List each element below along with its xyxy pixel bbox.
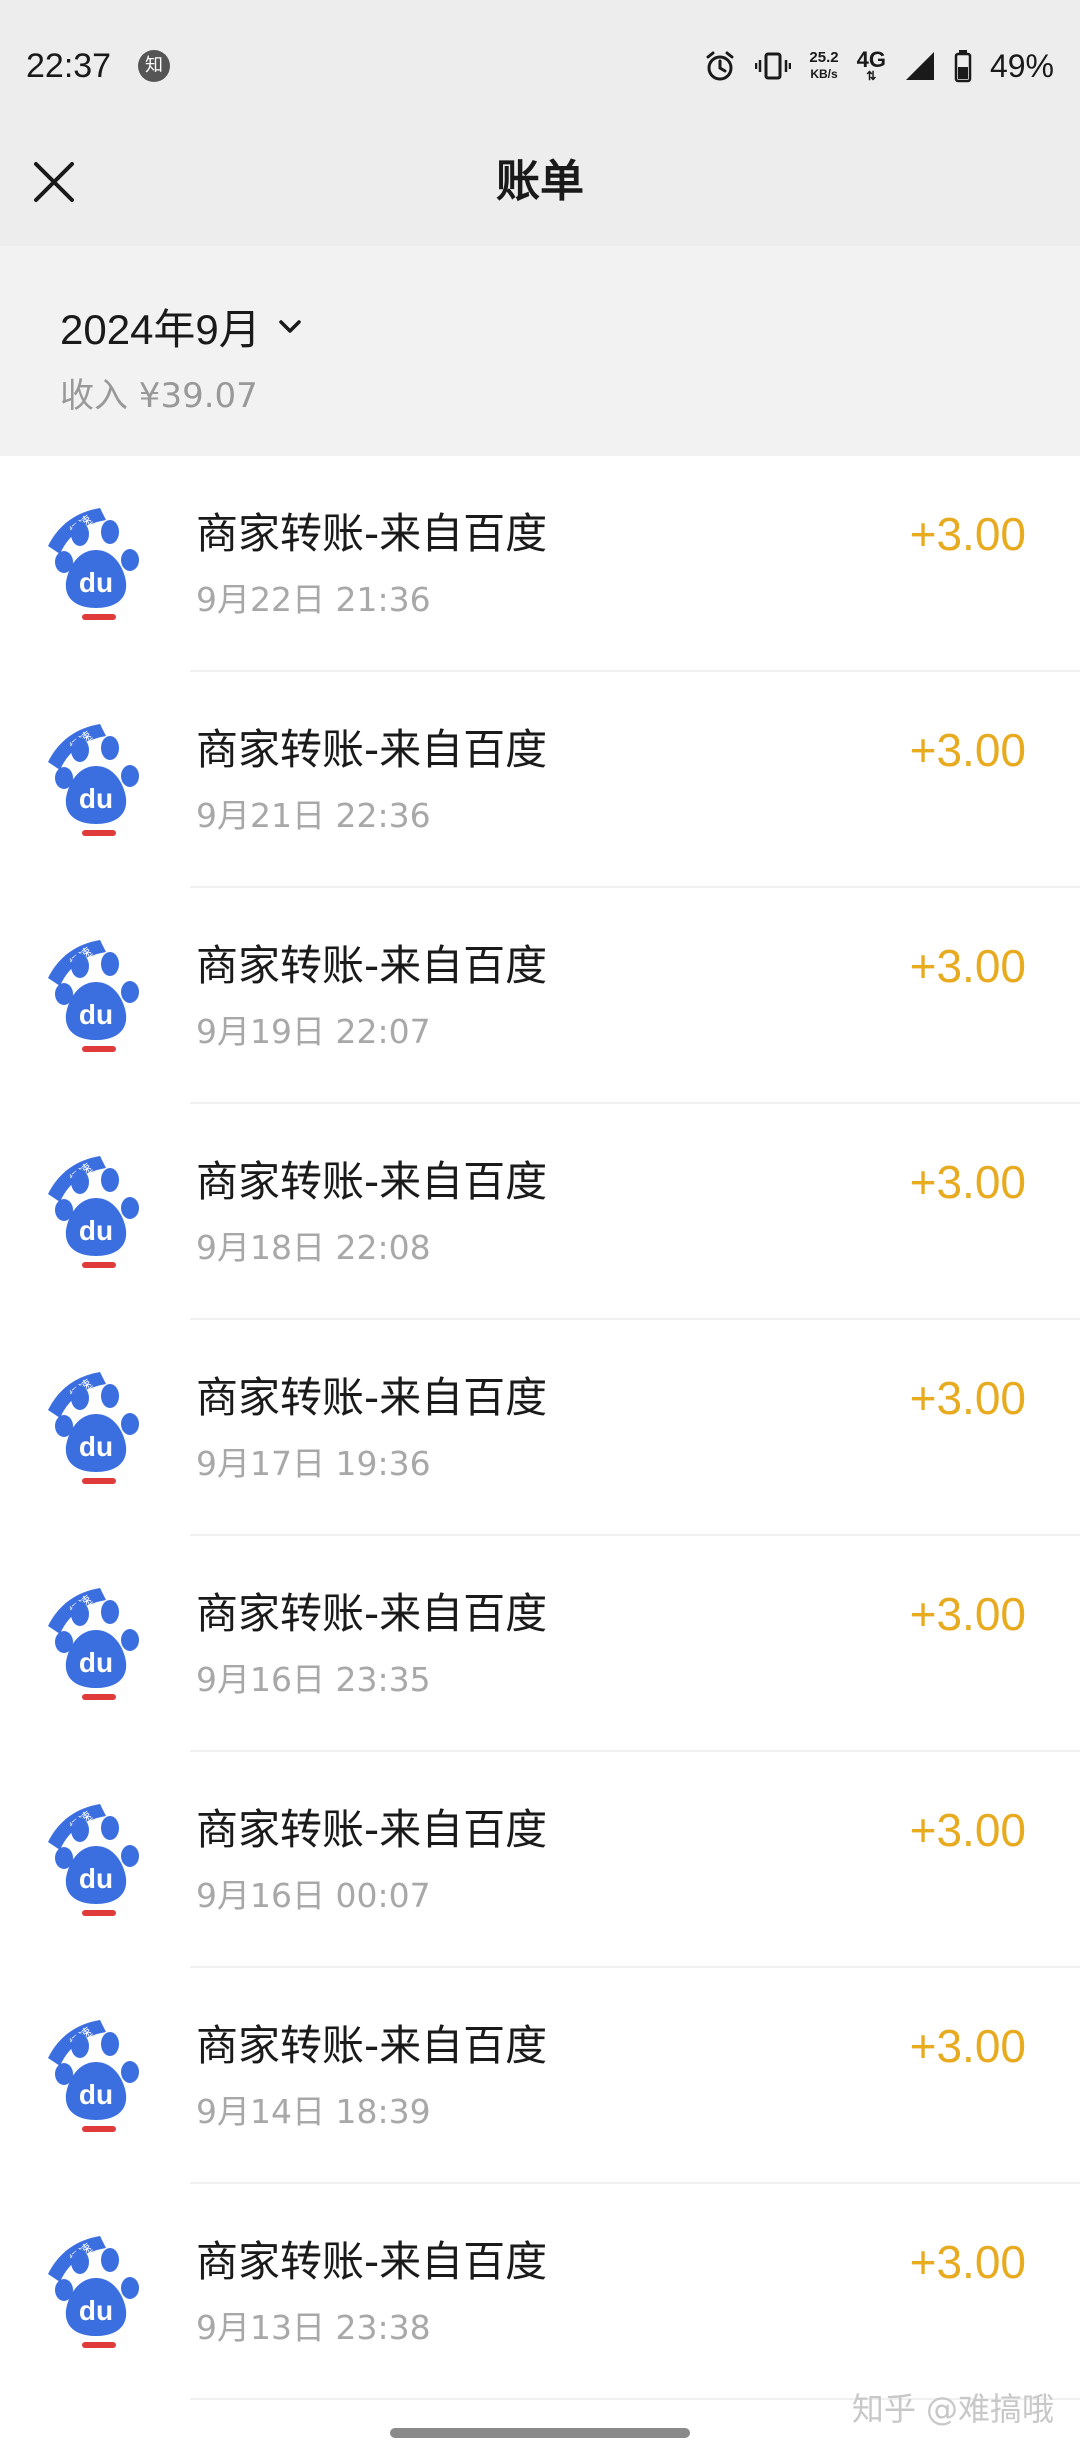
- baidu-paw-icon: 极速 du: [44, 1586, 148, 1706]
- net-speed-unit: KB/s: [810, 67, 838, 81]
- transaction-time: 9月16日 23:35: [196, 1660, 431, 1699]
- transaction-amount: +3.00: [909, 724, 1026, 776]
- transaction-row[interactable]: 极速 du 商家转账-来自百度 9月16日 00:07 +3.00: [0, 1752, 1080, 1968]
- nav-bar: 账单: [0, 132, 1080, 246]
- watermark: 知乎 @难搞哦: [851, 2390, 1054, 2428]
- transaction-title: 商家转账-来自百度: [196, 1373, 548, 1422]
- transaction-time: 9月22日 21:36: [196, 580, 431, 619]
- income-total: 收入 ¥39.07: [60, 376, 258, 416]
- battery-icon: [954, 49, 972, 83]
- network-label: 4G: [856, 47, 886, 72]
- network-type: 4G ⇅: [856, 47, 886, 83]
- battery-percent: 49%: [989, 47, 1054, 84]
- month-summary: 2024年9月 收入 ¥39.07: [0, 246, 1080, 456]
- zhihu-notification-icon: 知: [138, 50, 170, 82]
- baidu-paw-icon: 极速 du: [44, 2234, 148, 2354]
- transaction-time: 9月14日 18:39: [196, 2092, 431, 2131]
- page-title: 账单: [496, 156, 584, 207]
- baidu-du-text: du: [79, 1863, 113, 1894]
- transaction-amount: +3.00: [909, 940, 1026, 992]
- net-speed: 25.2 KB/s: [809, 50, 838, 82]
- vibrate-icon: [755, 49, 792, 83]
- baidu-du-text: du: [79, 1215, 113, 1246]
- signal-icon: [904, 50, 936, 82]
- baidu-paw-icon: 极速 du: [44, 938, 148, 1058]
- transaction-row[interactable]: 极速 du 商家转账-来自百度 9月18日 22:08 +3.00: [0, 1104, 1080, 1320]
- baidu-du-text: du: [79, 567, 113, 598]
- transaction-amount: +3.00: [909, 508, 1026, 560]
- transaction-row[interactable]: 极速 du 商家转账-来自百度 9月17日 19:36 +3.00: [0, 1320, 1080, 1536]
- transaction-row[interactable]: 极速 du 商家转账-来自百度 9月14日 18:39 +3.00: [0, 1968, 1080, 2184]
- transaction-title: 商家转账-来自百度: [196, 2021, 548, 2070]
- status-time: 22:37: [26, 47, 112, 85]
- baidu-paw-icon: 极速 du: [44, 506, 148, 626]
- baidu-paw-icon: 极速 du: [44, 1802, 148, 1922]
- baidu-du-text: du: [79, 2079, 113, 2110]
- baidu-paw-icon: 极速 du: [44, 1154, 148, 1274]
- transaction-time: 9月21日 22:36: [196, 796, 431, 835]
- baidu-paw-icon: 极速 du: [44, 1370, 148, 1490]
- transaction-title: 商家转账-来自百度: [196, 1157, 548, 1206]
- transaction-time: 9月17日 19:36: [196, 1444, 431, 1483]
- alarm-icon: [703, 49, 737, 83]
- home-indicator[interactable]: [390, 2428, 690, 2438]
- transaction-title: 商家转账-来自百度: [196, 1805, 548, 1854]
- baidu-du-text: du: [79, 999, 113, 1030]
- month-label: 2024年9月: [60, 306, 261, 353]
- net-speed-value: 25.2: [809, 49, 839, 66]
- transaction-amount: +3.00: [909, 1588, 1026, 1640]
- transaction-row[interactable]: 极速 du 商家转账-来自百度 9月19日 22:07 +3.00: [0, 888, 1080, 1104]
- status-bar: 22:37 知 25.2 KB/s 4G ⇅ 49%: [0, 0, 1080, 132]
- baidu-paw-icon: 极速 du: [44, 2018, 148, 2138]
- chevron-down-icon: [279, 319, 301, 333]
- baidu-du-text: du: [79, 783, 113, 814]
- baidu-du-text: du: [79, 2295, 113, 2326]
- status-icons: 25.2 KB/s 4G ⇅ 49%: [703, 44, 1054, 88]
- transaction-title: 商家转账-来自百度: [196, 509, 548, 558]
- transaction-row[interactable]: 极速 du 商家转账-来自百度 9月16日 23:35 +3.00: [0, 1536, 1080, 1752]
- network-arrows: ⇅: [866, 69, 877, 83]
- transaction-row[interactable]: 极速 du 商家转账-来自百度 9月13日 23:38 +3.00: [0, 2184, 1080, 2400]
- transaction-time: 9月19日 22:07: [196, 1012, 431, 1051]
- transaction-title: 商家转账-来自百度: [196, 941, 548, 990]
- transaction-row[interactable]: 极速 du 商家转账-来自百度 9月22日 21:36 +3.00: [0, 456, 1080, 672]
- transaction-amount: +3.00: [909, 2236, 1026, 2288]
- transaction-time: 9月13日 23:38: [196, 2308, 431, 2347]
- baidu-du-text: du: [79, 1431, 113, 1462]
- transaction-amount: +3.00: [909, 1804, 1026, 1856]
- transaction-amount: +3.00: [909, 1156, 1026, 1208]
- transaction-title: 商家转账-来自百度: [196, 2237, 548, 2286]
- transaction-amount: +3.00: [909, 1372, 1026, 1424]
- month-picker[interactable]: 2024年9月: [60, 296, 305, 357]
- transaction-title: 商家转账-来自百度: [196, 1589, 548, 1638]
- transaction-list: 极速 du 商家转账-来自百度 9月22日 21:36 +3.00 极速: [0, 456, 1080, 2400]
- transaction-time: 9月18日 22:08: [196, 1228, 431, 1267]
- baidu-paw-icon: 极速 du: [44, 722, 148, 842]
- transaction-row[interactable]: 极速 du 商家转账-来自百度 9月21日 22:36 +3.00: [0, 672, 1080, 888]
- transaction-amount: +3.00: [909, 2020, 1026, 2072]
- baidu-du-text: du: [79, 1647, 113, 1678]
- transaction-time: 9月16日 00:07: [196, 1876, 431, 1915]
- transaction-title: 商家转账-来自百度: [196, 725, 548, 774]
